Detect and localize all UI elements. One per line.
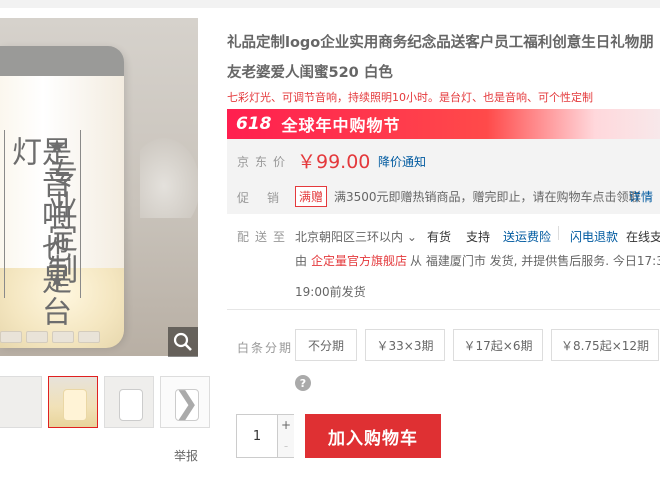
chevron-down-icon: ⌄	[406, 230, 417, 244]
installment-option[interactable]: ￥33×3期	[365, 329, 445, 361]
installment-label: 白条分期	[237, 341, 294, 355]
promo-description: 满3500元即赠热销商品，赠完即止，请在购物车点击领取	[334, 190, 641, 204]
help-icon[interactable]: ?	[295, 375, 311, 391]
price-drop-notice-link[interactable]: 降价通知	[378, 153, 426, 170]
report-link[interactable]: 举报	[174, 447, 198, 464]
quantity-input[interactable]	[237, 415, 277, 457]
promo-label: 促销	[237, 191, 298, 205]
promo-tag: 满赠	[295, 186, 328, 207]
delivery-location-selector[interactable]: 北京朝阳区三环以内 ⌄	[295, 228, 417, 245]
delivery-label: 配送至	[237, 230, 292, 244]
seller-info: 从 福建厦门市 发货, 并提供售后服务. 今日17:30	[410, 254, 660, 268]
seller-prefix: 由	[295, 254, 308, 268]
store-link[interactable]: 企定量官方旗舰店	[311, 252, 407, 269]
add-to-cart-button[interactable]: 加入购物车	[305, 414, 441, 458]
lamp-speaker-top	[0, 46, 124, 76]
thumbnail[interactable]	[48, 376, 98, 428]
engraving-frame	[80, 130, 81, 298]
flash-refund-link[interactable]: 闪电退款	[570, 228, 618, 245]
promo-banner-text: 全球年中购物节	[281, 116, 401, 135]
promo-detail-link[interactable]: 详情	[629, 188, 653, 205]
product-title: 礼品定制logo企业实用商务纪念品送客户员工福利创意生日礼物朋友老婆爱人闺蜜52…	[227, 35, 654, 81]
magnifier-icon	[173, 332, 192, 351]
divider	[558, 226, 559, 240]
promo-banner[interactable]: 618 全球年中购物节	[227, 109, 660, 139]
section-divider	[227, 309, 660, 310]
thumbnail[interactable]	[104, 376, 154, 428]
installment-option[interactable]: ￥8.75起×12期	[551, 329, 659, 361]
support-label: 支持	[466, 230, 491, 244]
installment-option[interactable]: ￥17起×6期	[453, 329, 543, 361]
installment-options: 不分期 ￥33×3期 ￥17起×6期 ￥8.75起×12期	[295, 329, 659, 361]
delivery-location: 北京朝阳区三环以内	[295, 230, 404, 244]
background-plant	[140, 138, 198, 218]
dispatch-cutoff: 19:00前发货	[295, 285, 366, 299]
stock-status: 有货	[427, 230, 452, 244]
engraving-text-2: 专业定制	[42, 158, 77, 286]
quantity-stepper: + -	[236, 414, 294, 458]
price-label: 京东价	[237, 155, 292, 169]
chevron-right-icon[interactable]: ❯	[174, 386, 199, 421]
price-value: ￥99.00	[297, 151, 371, 173]
online-pay-label: 在线支	[626, 230, 660, 244]
main-product-image[interactable]: ★ ★ 是音响也是台灯 专业定制	[0, 18, 198, 356]
quantity-increase-button[interactable]: +	[277, 415, 294, 437]
top-bar	[0, 0, 660, 8]
promo-badge: 618	[236, 114, 272, 134]
thumbnail[interactable]	[0, 376, 42, 428]
quantity-decrease-button[interactable]: -	[277, 436, 294, 457]
installment-option[interactable]: 不分期	[295, 329, 357, 361]
product-subtitle: 七彩灯光、可调节音响，持续照明10小时。是台灯、也是音响、可个性定制	[227, 91, 593, 104]
engraving-frame	[4, 130, 5, 298]
freight-insurance-link[interactable]: 送运费险	[503, 228, 551, 245]
zoom-button[interactable]	[168, 327, 198, 357]
